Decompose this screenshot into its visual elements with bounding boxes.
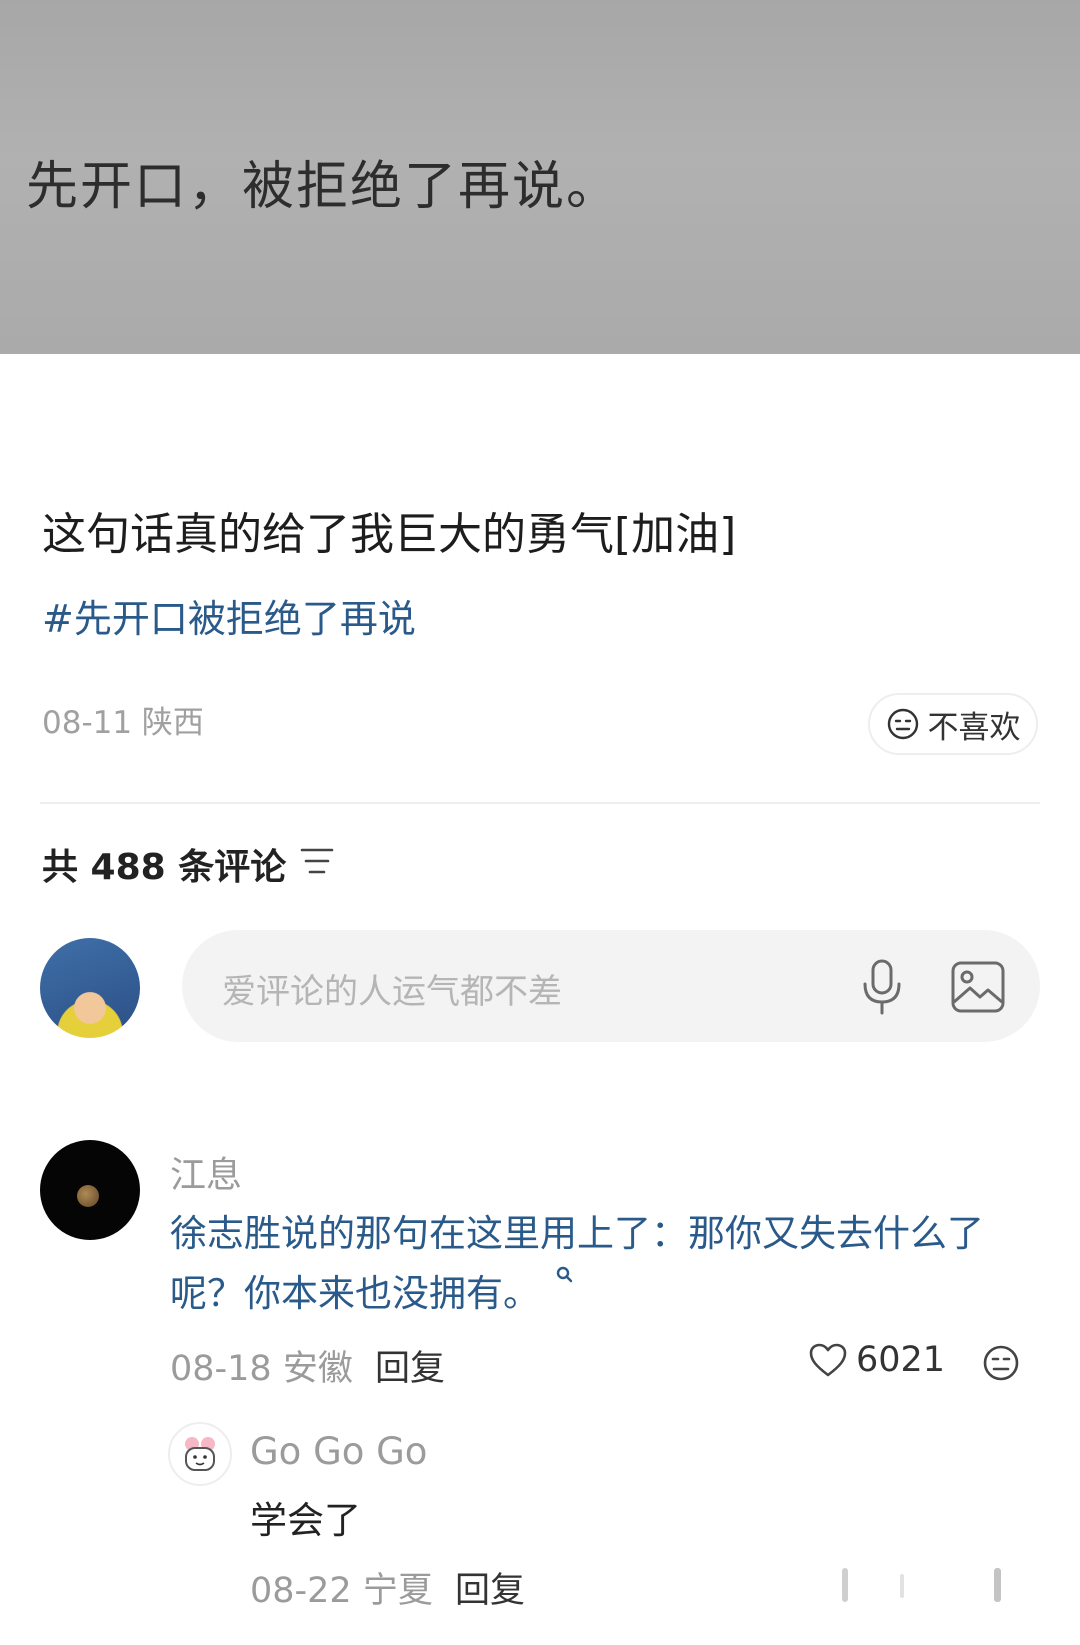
moon-image [77,1185,99,1207]
dislike-label: 不喜欢 [927,709,1021,746]
comment-text: 徐志胜说的那句在这里用上了：那你又失去什么了呢？你本来也没拥有。 [170,1204,1010,1324]
comment-count: 共 488 条评论 [42,847,287,888]
my-avatar[interactable] [40,938,140,1038]
sort-lines-icon[interactable] [300,846,334,876]
search-icon[interactable] [556,1266,574,1284]
comment-body: 徐志胜说的那句在这里用上了：那你又失去什么了呢？你本来也没拥有。 [170,1212,984,1315]
post-date-location: 08-11 陕西 [42,705,204,741]
reply-text: 学会了 [250,1499,361,1542]
cartoon-avatar-icon [185,1437,215,1471]
microphone-icon[interactable] [858,958,906,1016]
divider [40,802,1040,804]
reply-user-name[interactable]: Go Go Go [250,1430,427,1473]
post-hashtag[interactable]: #先开口被拒绝了再说 [42,588,416,643]
commenter-avatar[interactable] [40,1140,140,1240]
commenter-name[interactable]: 江息 [170,1146,242,1198]
neutral-face-icon[interactable] [982,1344,1020,1382]
like-count: 6021 [856,1340,946,1380]
comment-date-location: 08-18 安徽 [170,1349,353,1389]
comment-reply-button[interactable]: 回复 [375,1340,445,1391]
watermark-marks [842,1568,1001,1602]
heart-icon [809,1343,847,1377]
comment-input-placeholder: 爱评论的人运气都不差 [222,972,562,1012]
reply-avatar[interactable] [168,1422,232,1486]
comment-input[interactable]: 爱评论的人运气都不差 [182,930,1040,1042]
post-image-caption: 先开口，被拒绝了再说。 [26,157,621,217]
neutral-face-icon [887,708,918,740]
reply-reply-button[interactable]: 回复 [455,1562,525,1613]
dislike-button[interactable]: 不喜欢 [868,693,1038,755]
image-icon[interactable] [950,960,1006,1014]
post-text: 这句话真的给了我巨大的勇气[加油] [42,509,737,560]
reply-date-location: 08-22 宁夏 [250,1571,433,1611]
post-image[interactable]: 先开口，被拒绝了再说。 [0,0,1080,354]
like-button[interactable]: 6021 [808,1340,945,1380]
